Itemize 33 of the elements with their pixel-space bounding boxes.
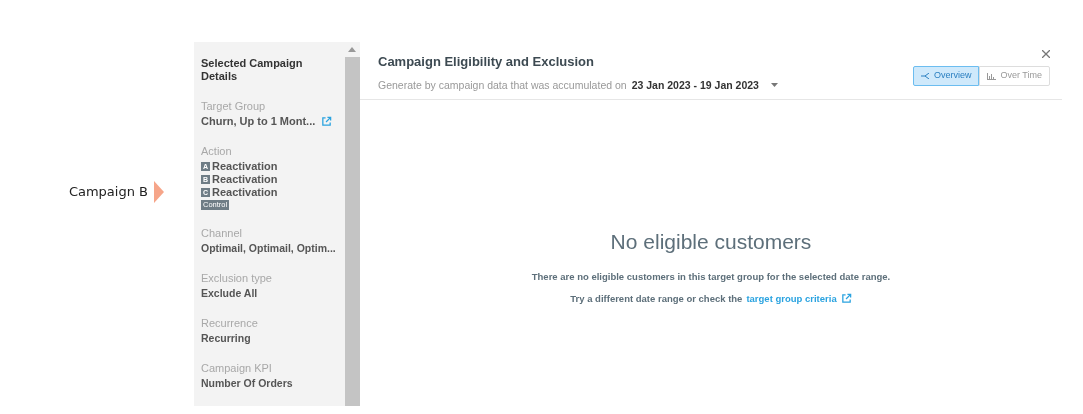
field-value: Churn, Up to 1 Mont... xyxy=(201,115,316,128)
external-link-icon[interactable] xyxy=(321,116,333,127)
empty-hint: Try a different date range or check the xyxy=(570,291,743,306)
pointer-icon xyxy=(154,181,164,203)
view-tab[interactable]: Over Time xyxy=(979,66,1050,86)
field-label: Channel xyxy=(201,227,243,240)
empty-heading: No eligible customers xyxy=(610,229,812,255)
field-value: Recurring xyxy=(201,332,252,345)
criteria-link[interactable]: target group criteria xyxy=(746,291,837,306)
scroll-up-icon[interactable] xyxy=(348,47,356,52)
campaign-label: Campaign B xyxy=(68,183,148,202)
caret-icon xyxy=(770,83,778,88)
field-label: Action xyxy=(201,145,233,158)
view-tab[interactable]: Overview xyxy=(912,66,980,86)
field-label: Exclusion type xyxy=(201,272,273,285)
external-link-icon[interactable] xyxy=(840,293,852,305)
date-range-dropdown[interactable]: 23 Jan 2023 - 19 Jan 2023 xyxy=(631,77,778,94)
subtitle: Generate by campaign data that was accumulated on xyxy=(378,77,627,93)
field-value: Number Of Orders xyxy=(201,377,294,390)
action-name: Reactivation xyxy=(212,186,278,199)
field-value: Optimail, Optimail, Optim... xyxy=(201,242,337,255)
field-label: Campaign KPI xyxy=(201,362,273,375)
close-icon[interactable] xyxy=(1042,50,1050,58)
field-label: Recurrence xyxy=(201,317,259,330)
field-label: Target Group xyxy=(201,100,267,113)
sidebar-title: Selected Campaign Details xyxy=(201,57,304,83)
flow-icon xyxy=(920,73,930,79)
panel-title: Campaign Eligibility and Exclusion xyxy=(378,53,595,71)
field-value: Exclude All xyxy=(201,287,259,300)
bar-chart-icon xyxy=(987,72,997,80)
action-name: Reactivation xyxy=(212,173,278,186)
action-name: Reactivation xyxy=(212,160,278,173)
empty-message: There are no eligible customers in this target group for the selected date range. xyxy=(531,269,891,284)
